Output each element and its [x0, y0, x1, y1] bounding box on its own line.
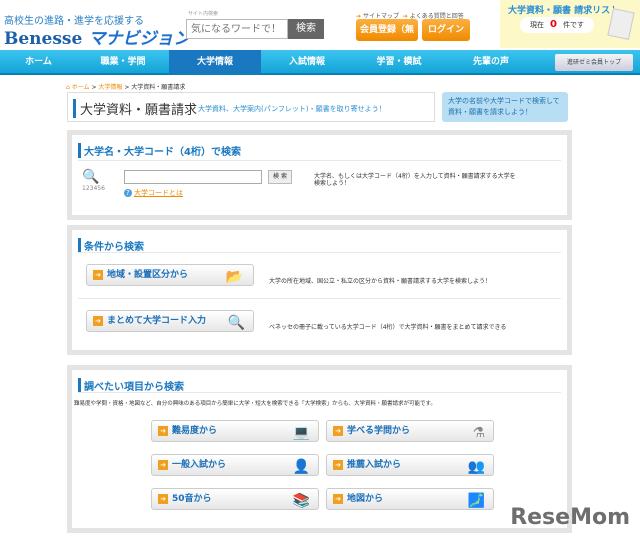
- magnifier-icon: 🔍: [227, 315, 245, 331]
- nav-study[interactable]: 学習・模試: [353, 50, 445, 73]
- envelope-icon: [607, 8, 635, 40]
- folder-icon: 📂: [225, 269, 243, 285]
- bulk-desc: ベネッセの冊子に載っている大学コード（4桁）で大学資料・願書をまとめて請求できる: [269, 324, 507, 331]
- site-search-button[interactable]: 検索: [288, 19, 324, 39]
- button-label: 難易度から: [172, 426, 218, 436]
- help-icon: ?: [124, 189, 132, 197]
- general-exam-button[interactable]: 一般入試から 👤: [151, 454, 319, 476]
- divider: [78, 392, 561, 393]
- university-search-input[interactable]: [124, 170, 262, 184]
- flask-icon: ⚗: [472, 425, 485, 441]
- magnifier-icon: 🔍 123456: [82, 169, 105, 192]
- request-list[interactable]: 大学資料・願書 請求リスト 現在 0 件です: [500, 0, 640, 48]
- button-label: 一般入試から: [172, 460, 227, 470]
- brand: Benesse: [4, 29, 83, 49]
- brand-sub: マナビジョン: [88, 29, 191, 49]
- map-icon: 🗾: [467, 493, 485, 509]
- student-icon: 👤: [292, 459, 310, 475]
- count-suffix: 件です: [562, 21, 584, 29]
- books-icon: 📚: [292, 493, 310, 509]
- header: 高校生の進路・進学を応援する Benesseマナビジョン サイト内検索 検索 ➔…: [0, 0, 640, 57]
- section-heading: 条件から検索: [78, 238, 144, 253]
- help-link[interactable]: ? 大学コードとは: [124, 188, 183, 198]
- search-label: サイト内検索: [188, 11, 219, 17]
- request-list-title: 大学資料・願書 請求リスト: [508, 6, 620, 16]
- watermark: ReseMom: [510, 505, 630, 530]
- laptop-icon: 💻: [292, 425, 310, 441]
- nav-exams[interactable]: 入試情報: [261, 50, 353, 73]
- button-label: 50音から: [172, 494, 212, 504]
- section-heading: 大学名・大学コード（4桁）で検索: [78, 143, 241, 158]
- request-count: 現在 0 件です: [520, 17, 594, 33]
- button-label: 推薦入試から: [347, 460, 402, 470]
- section-desc: 難易度や学問・資格・地図など、自分の興味のある項目から簡単に大学・短大を検索でき…: [74, 401, 436, 407]
- main-nav: ホーム 職業・学問 大学情報 入試情報 学習・模試 先輩の声 進研ゼミ会員トップ: [0, 50, 640, 75]
- item-search-panel: 調べたい項目から検索 難易度や学問・資格・地図など、自分の興味のある項目から簡単…: [67, 365, 572, 533]
- register-button[interactable]: 会員登録（無料）: [356, 19, 418, 57]
- crumb-university[interactable]: 大学情報: [98, 84, 122, 91]
- nav-university[interactable]: 大学情報: [169, 50, 261, 73]
- section-heading: 調べたい項目から検索: [78, 378, 184, 393]
- button-label: 学べる学問から: [347, 426, 411, 436]
- recommendation-button[interactable]: 推薦入試から 👥: [326, 454, 494, 476]
- nav-careers[interactable]: 職業・学問: [77, 50, 169, 73]
- logo[interactable]: Benesse マナビジョン: [4, 24, 190, 49]
- count-value: 0: [550, 19, 557, 30]
- students-icon: 👥: [467, 459, 485, 475]
- home-icon: ⌂: [66, 84, 70, 91]
- member-top-button[interactable]: 進研ゼミ会員トップ: [555, 54, 633, 71]
- count-prefix: 現在: [530, 21, 545, 29]
- region-search-button[interactable]: 地域・設置区分から 📂: [86, 264, 254, 286]
- help-link-text: 大学コードとは: [133, 189, 183, 197]
- region-desc: 大学の所在地域、国公立・私立の区分から資料・願書請求する大学を検索しよう！: [269, 278, 492, 285]
- divider: [78, 160, 561, 161]
- difficulty-button[interactable]: 難易度から 💻: [151, 420, 319, 442]
- info-bubble: 大学の名前や大学コードで検索して資料・願書を請求しよう！: [442, 92, 568, 122]
- page-subtitle: 大学資料、大学案内(パンフレット)・願書を取り寄せよう！: [198, 105, 386, 113]
- crumb-home[interactable]: ホーム: [72, 84, 90, 91]
- nav-voices[interactable]: 先輩の声: [445, 50, 537, 73]
- map-button[interactable]: 地図から 🗾: [326, 488, 494, 510]
- name-code-search-panel: 大学名・大学コード（4桁）で検索 🔍 123456 検 索 ? 大学コードとは 大…: [67, 130, 572, 220]
- button-label: 地図から: [347, 494, 384, 504]
- bulk-code-button[interactable]: まとめて大学コード入力 🔍: [86, 310, 254, 332]
- login-button[interactable]: ログイン: [422, 19, 470, 41]
- subject-button[interactable]: 学べる学問から ⚗: [326, 420, 494, 442]
- section-desc-2: 検索しよう！: [314, 180, 351, 187]
- condition-search-panel: 条件から検索 地域・設置区分から 📂 大学の所在地域、国公立・私立の区分から資料・…: [67, 225, 572, 355]
- icon-digits: 123456: [82, 185, 105, 192]
- divider: [78, 252, 561, 253]
- crumb-current: 大学資料・願書請求: [131, 84, 186, 91]
- university-search-button[interactable]: 検 索: [268, 170, 292, 184]
- title-box: 大学資料・願書請求 大学資料、大学案内(パンフレット)・願書を取り寄せよう！: [67, 92, 435, 122]
- divider: [78, 298, 561, 299]
- page-title: 大学資料・願書請求: [73, 99, 197, 118]
- nav-home[interactable]: ホーム: [0, 50, 77, 73]
- button-label: まとめて大学コード入力: [107, 316, 207, 326]
- syllabary-button[interactable]: 50音から 📚: [151, 488, 319, 510]
- site-search-input[interactable]: [186, 19, 288, 39]
- button-label: 地域・設置区分から: [107, 270, 189, 280]
- breadcrumb: ⌂ ホーム > 大学情報 > 大学資料・願書請求: [66, 84, 186, 91]
